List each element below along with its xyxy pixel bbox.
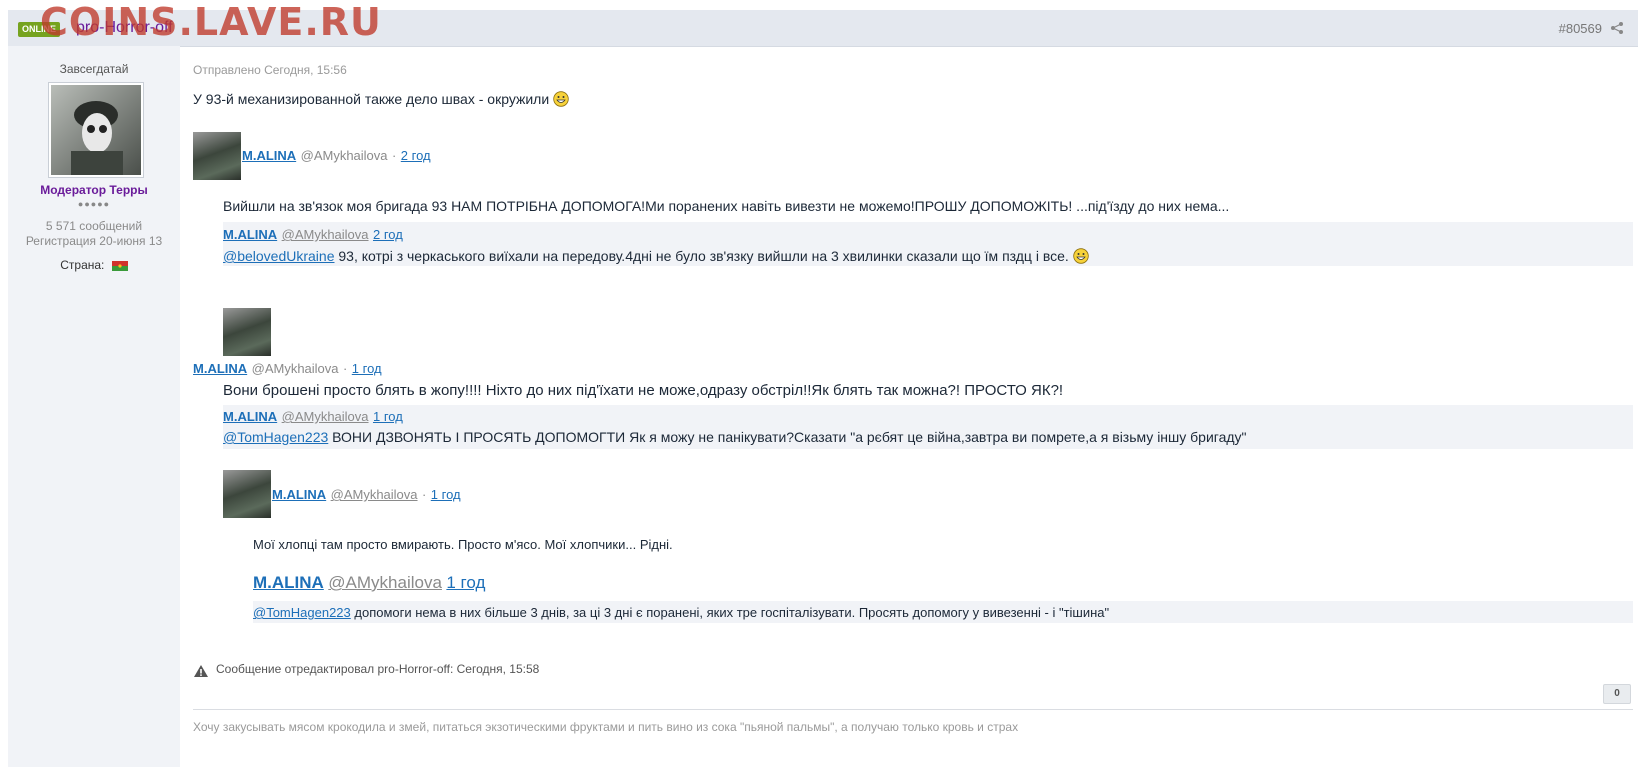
- quote-time-link[interactable]: 1 год: [373, 409, 403, 424]
- flag-icon: [111, 260, 128, 271]
- quote-author-line: M.ALINA @AMykhailova 2 год: [223, 226, 403, 244]
- quote-body: @belovedUkraine 93, котрі з черкаського …: [223, 248, 1089, 264]
- tweet-author-line: M.ALINA @AMykhailova · 1 год: [193, 360, 382, 378]
- quote-body: @TomHagen223 ВОНИ ДЗВОНЯТЬ І ПРОСЯТЬ ДОП…: [223, 429, 1247, 445]
- post-intro-text: У 93-й механизированной также дело швах …: [193, 91, 550, 107]
- quote-author-handle[interactable]: @AMykhailova: [282, 227, 369, 242]
- quote-time-link[interactable]: 2 год: [373, 227, 403, 242]
- tweet-time-link[interactable]: 2 год: [401, 148, 431, 163]
- post-intro-line: У 93-й механизированной также дело швах …: [193, 91, 569, 107]
- quote-author-name[interactable]: M.ALINA: [253, 573, 324, 592]
- warning-icon: [194, 665, 208, 677]
- tweet-author-handle[interactable]: @AMykhailova: [301, 148, 388, 163]
- tweet-author-handle[interactable]: @AMykhailova: [331, 487, 418, 502]
- separator-dot: ·: [421, 487, 427, 502]
- quote-author-line: M.ALINA @AMykhailova 1 год: [253, 573, 485, 593]
- user-avatar[interactable]: [48, 82, 144, 178]
- tweet-avatar[interactable]: [223, 470, 271, 518]
- quote-author-handle[interactable]: @AMykhailova: [282, 409, 369, 424]
- grin-emoji-icon: [1073, 248, 1089, 264]
- tweet-author-name[interactable]: M.ALINA: [272, 487, 326, 502]
- user-rank: Завсегдатай: [59, 62, 129, 76]
- tweet-text: Вийшли на зв'язок моя бригада 93 НАМ ПОТ…: [223, 198, 1230, 214]
- quote-author-name[interactable]: M.ALINA: [223, 227, 277, 242]
- tweet-text: Вони брошені просто блять в жопу!!!! Ніх…: [223, 382, 1064, 399]
- post-number-link[interactable]: #80569: [1559, 21, 1602, 36]
- share-icon[interactable]: [1610, 21, 1624, 35]
- separator-dot: ·: [391, 148, 397, 163]
- quote-author-line: M.ALINA @AMykhailova 1 год: [223, 408, 403, 426]
- signature-divider: [193, 709, 1633, 710]
- tweet-text: Мої хлопці там просто вмирають. Просто м…: [253, 537, 673, 552]
- user-info-panel: Завсегдатай Модератор Терры ●●●●● 5 571 …: [8, 46, 180, 767]
- quote-text: 93, котрі з черкаського виїхали на перед…: [334, 248, 1069, 264]
- mention-link[interactable]: @TomHagen223: [253, 605, 351, 620]
- tweet-avatar[interactable]: [223, 308, 271, 356]
- edited-notice: Сообщение отредактировал pro-Horror-off:…: [216, 662, 540, 676]
- quote-text: допомоги нема в них більше 3 днів, за ці…: [350, 605, 1110, 620]
- mention-link[interactable]: @TomHagen223: [223, 429, 328, 445]
- quote-author-handle[interactable]: @AMykhailova: [328, 573, 442, 592]
- quote-author-name[interactable]: M.ALINA: [223, 409, 277, 424]
- user-registration: Регистрация 20-июня 13: [25, 234, 163, 248]
- separator-dot: ·: [342, 361, 348, 376]
- tweet-author-line: M.ALINA @AMykhailova · 2 год: [242, 147, 431, 165]
- post-sent-time: Отправлено Сегодня, 15:56: [193, 63, 347, 77]
- tweet-author-name[interactable]: M.ALINA: [193, 361, 247, 376]
- tweet-author-name[interactable]: M.ALINA: [242, 148, 296, 163]
- tweet-author-line: M.ALINA @AMykhailova · 1 год: [272, 486, 461, 504]
- tweet-time-link[interactable]: 1 год: [431, 487, 461, 502]
- quote-body: @TomHagen223 допомоги нема в них більше …: [253, 605, 1109, 620]
- quote-text: ВОНИ ДЗВОНЯТЬ І ПРОСЯТЬ ДОПОМОГТИ Як я м…: [328, 429, 1247, 445]
- user-group-title: Модератор Терры: [40, 183, 148, 197]
- tweet-time-link[interactable]: 1 год: [352, 361, 382, 376]
- quote-time-link[interactable]: 1 год: [446, 573, 485, 592]
- user-country: Страна:: [8, 258, 180, 272]
- site-watermark: COINS.LAVE.RU: [40, 0, 382, 44]
- tweet-avatar[interactable]: [193, 132, 241, 180]
- user-post-count: 5 571 сообщений: [45, 219, 143, 233]
- reputation-badge[interactable]: 0: [1603, 684, 1631, 704]
- rank-pips: ●●●●●: [77, 199, 111, 209]
- tweet-author-handle[interactable]: @AMykhailova: [252, 361, 339, 376]
- country-label: Страна:: [60, 258, 105, 272]
- mention-link[interactable]: @belovedUkraine: [223, 248, 335, 264]
- grin-emoji-icon: [553, 91, 569, 107]
- user-signature: Хочу закусывать мясом крокодила и змей, …: [193, 720, 1019, 734]
